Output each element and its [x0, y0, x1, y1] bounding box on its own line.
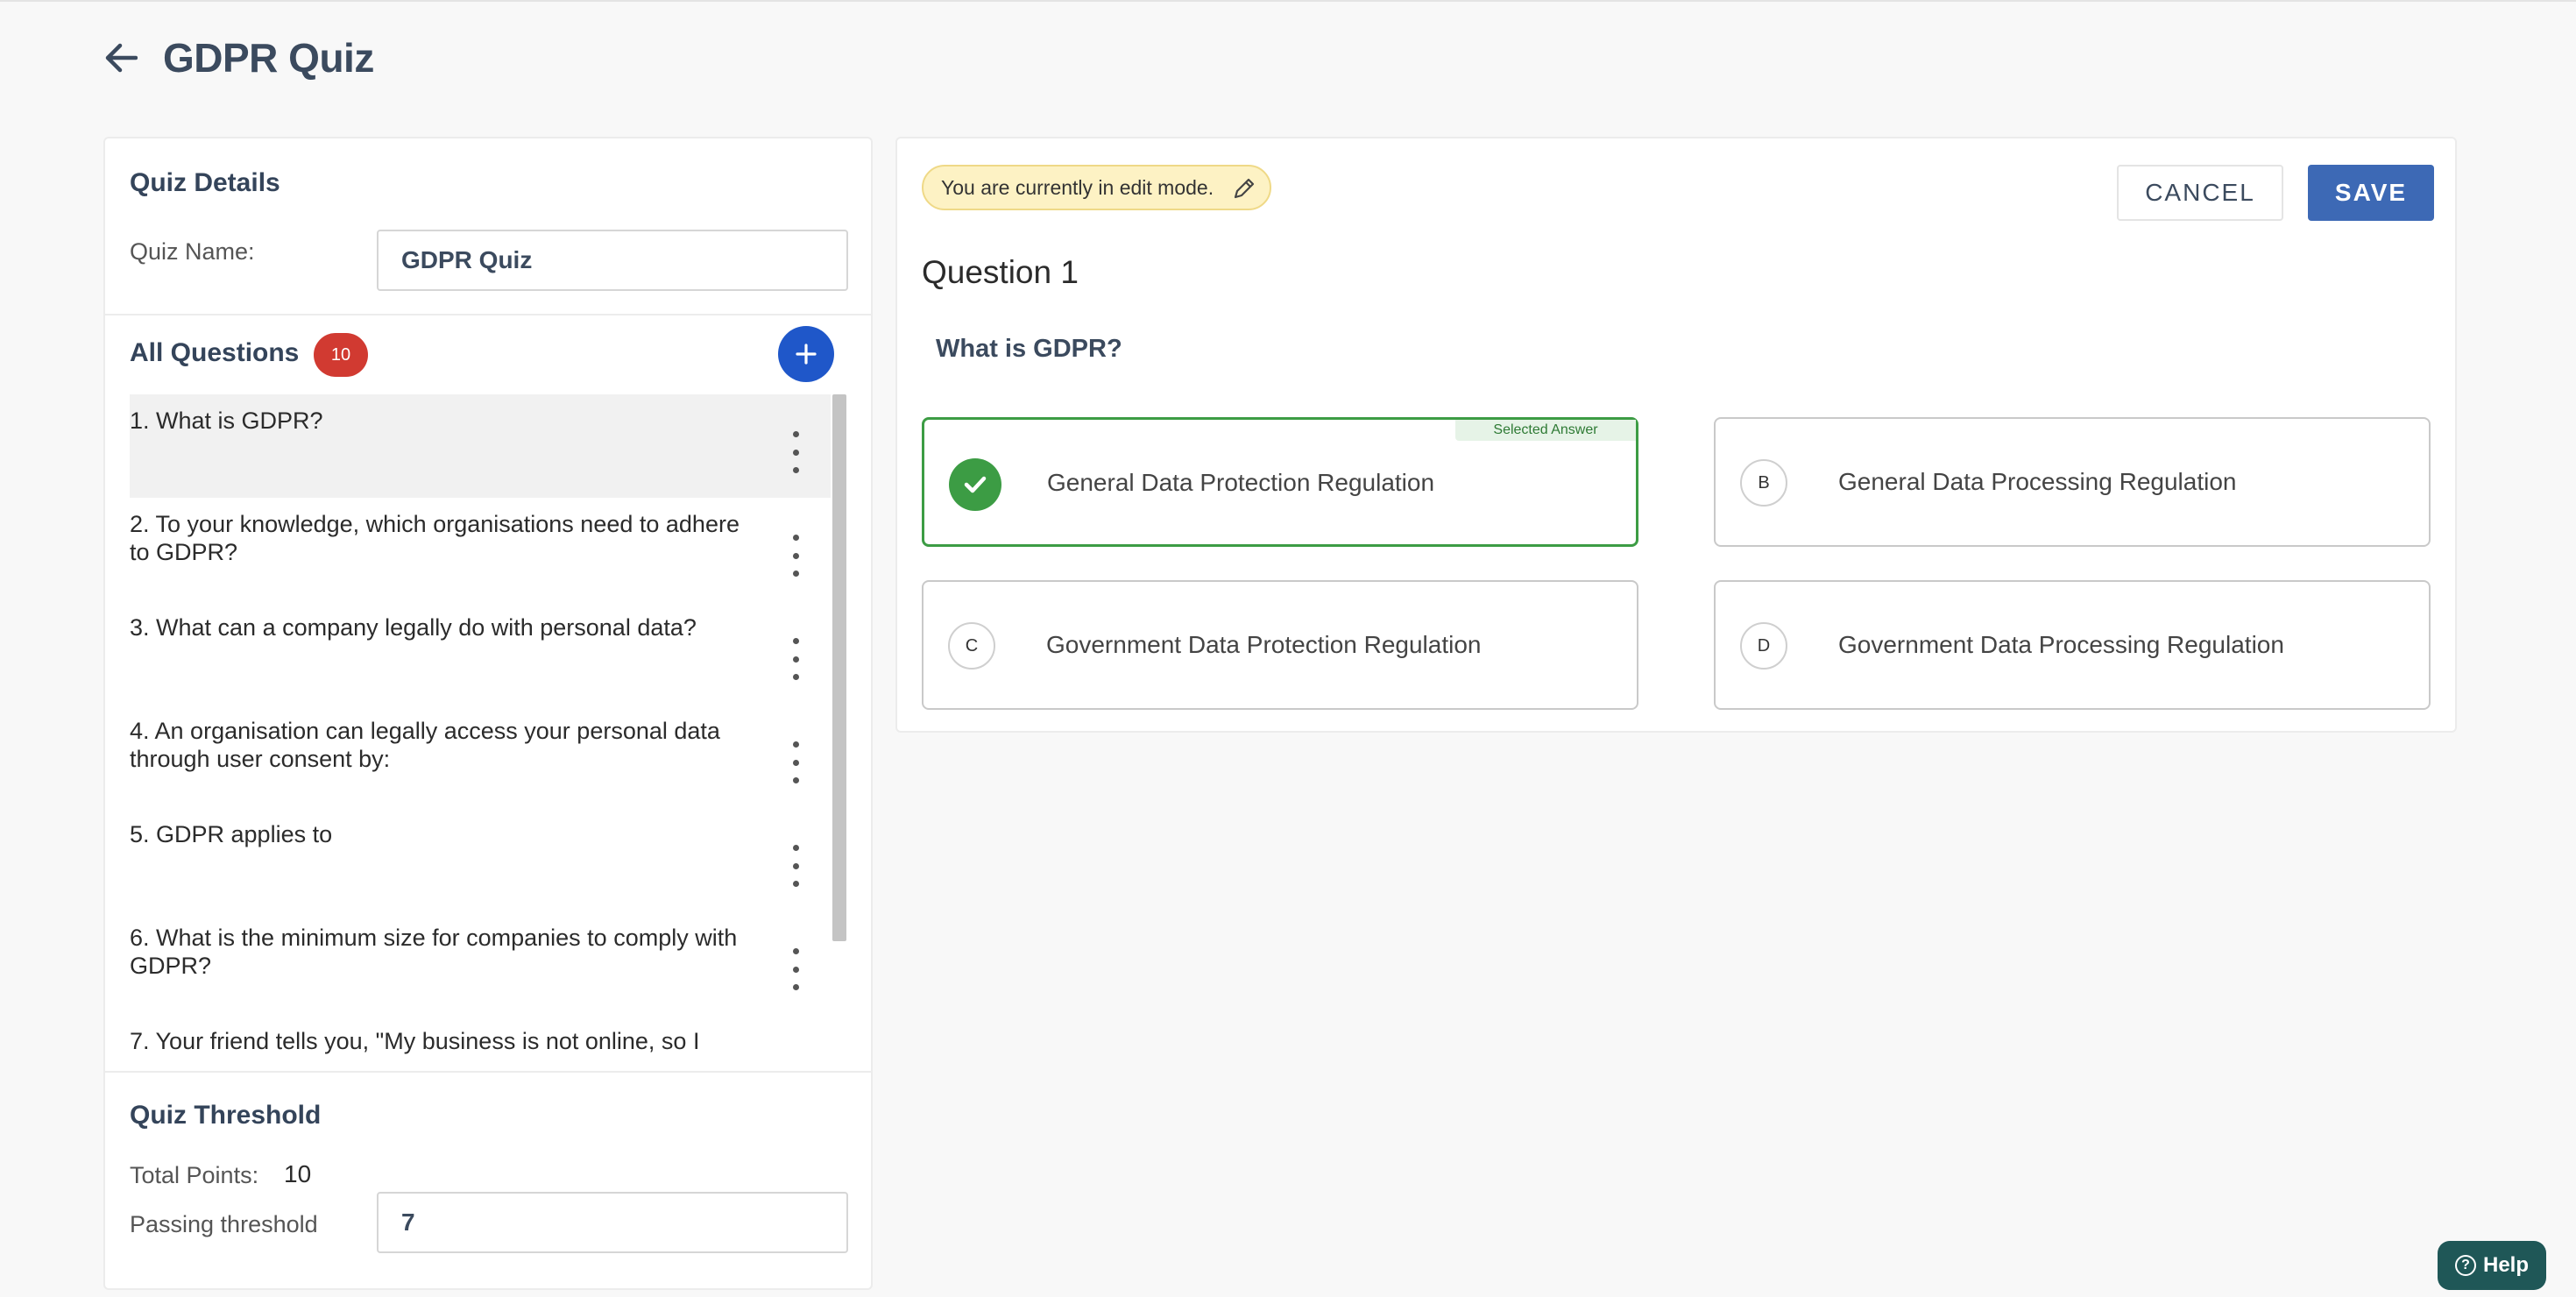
answer-letter: C — [948, 622, 995, 670]
divider — [105, 314, 871, 315]
answer-letter: D — [1740, 622, 1787, 670]
kebab-menu-icon[interactable] — [780, 943, 811, 996]
kebab-menu-icon[interactable] — [780, 633, 811, 685]
answer-text: Government Data Processing Regulation — [1838, 631, 2284, 658]
question-label: 3. What can a company legally do with pe… — [130, 614, 697, 641]
question-list-scrollbar[interactable] — [832, 394, 846, 941]
question-count-badge: 10 — [314, 333, 368, 377]
top-border — [0, 0, 2576, 2]
quiz-name-label: Quiz Name: — [130, 238, 255, 265]
page-header: GDPR Quiz — [102, 32, 374, 84]
help-button[interactable]: ? Help — [2438, 1241, 2546, 1290]
question-list: 1. What is GDPR? 2. To your knowledge, w… — [130, 394, 852, 1183]
question-list-item[interactable]: 3. What can a company legally do with pe… — [130, 601, 831, 705]
checkmark-icon — [949, 458, 1001, 511]
answer-text: General Data Processing Regulation — [1838, 468, 2237, 495]
answer-option-a[interactable]: Selected Answer General Data Protection … — [922, 417, 1638, 547]
cancel-button[interactable]: CANCEL — [2117, 165, 2283, 221]
help-circle-icon: ? — [2454, 1255, 2476, 1276]
question-editor-panel: You are currently in edit mode. CANCEL S… — [895, 137, 2457, 733]
edit-mode-badge: You are currently in edit mode. — [922, 165, 1272, 210]
question-label: 2. To your knowledge, which organisation… — [130, 511, 740, 565]
question-list-item[interactable]: 5. GDPR applies to — [130, 808, 831, 911]
save-button[interactable]: SAVE — [2308, 165, 2434, 221]
page-title: GDPR Quiz — [163, 35, 374, 81]
help-label: Help — [2482, 1253, 2529, 1277]
back-arrow-icon — [105, 43, 138, 73]
answer-option-c[interactable]: C Government Data Protection Regulation — [922, 580, 1638, 710]
question-list-item[interactable]: 6. What is the minimum size for companie… — [130, 911, 831, 1015]
question-label: 7. Your friend tells you, "My business i… — [130, 1028, 700, 1054]
kebab-menu-icon[interactable] — [780, 840, 811, 892]
kebab-menu-icon[interactable] — [780, 529, 811, 582]
question-heading: Question 1 — [922, 254, 1079, 290]
answer-letter: B — [1740, 459, 1787, 507]
total-points-value: 10 — [284, 1160, 312, 1187]
divider — [105, 1071, 871, 1073]
quiz-threshold-title: Quiz Threshold — [130, 1101, 322, 1130]
selected-answer-tag: Selected Answer — [1455, 420, 1636, 441]
kebab-menu-icon[interactable] — [780, 736, 811, 789]
passing-threshold-input[interactable] — [377, 1192, 848, 1253]
answer-text: General Data Protection Regulation — [1047, 469, 1435, 496]
edit-mode-text: You are currently in edit mode. — [941, 175, 1214, 199]
answer-text: Government Data Protection Regulation — [1046, 631, 1482, 658]
all-questions-title: All Questions — [130, 338, 300, 367]
question-label: 4. An organisation can legally access yo… — [130, 718, 720, 772]
back-button[interactable] — [102, 39, 140, 77]
question-label: 1. What is GDPR? — [130, 408, 323, 434]
kebab-menu-icon[interactable] — [780, 426, 811, 478]
passing-threshold-label: Passing threshold — [130, 1211, 318, 1237]
question-list-item[interactable]: 2. To your knowledge, which organisation… — [130, 498, 831, 601]
pencil-icon[interactable] — [1231, 175, 1257, 202]
quiz-name-input[interactable] — [377, 230, 848, 291]
plus-icon — [796, 344, 817, 365]
question-text: What is GDPR? — [936, 335, 1122, 363]
question-label: 6. What is the minimum size for companie… — [130, 925, 738, 979]
answer-option-b[interactable]: B General Data Processing Regulation — [1714, 417, 2431, 547]
answer-option-d[interactable]: D Government Data Processing Regulation — [1714, 580, 2431, 710]
question-list-item[interactable]: 1. What is GDPR? — [130, 394, 831, 498]
question-label: 5. GDPR applies to — [130, 821, 333, 847]
add-question-button[interactable] — [778, 326, 834, 382]
quiz-sidebar-panel: Quiz Details Quiz Name: All Questions 10… — [103, 137, 873, 1290]
total-points-label: Total Points: — [130, 1162, 259, 1188]
question-list-item[interactable]: 4. An organisation can legally access yo… — [130, 705, 831, 808]
quiz-details-title: Quiz Details — [130, 168, 280, 197]
